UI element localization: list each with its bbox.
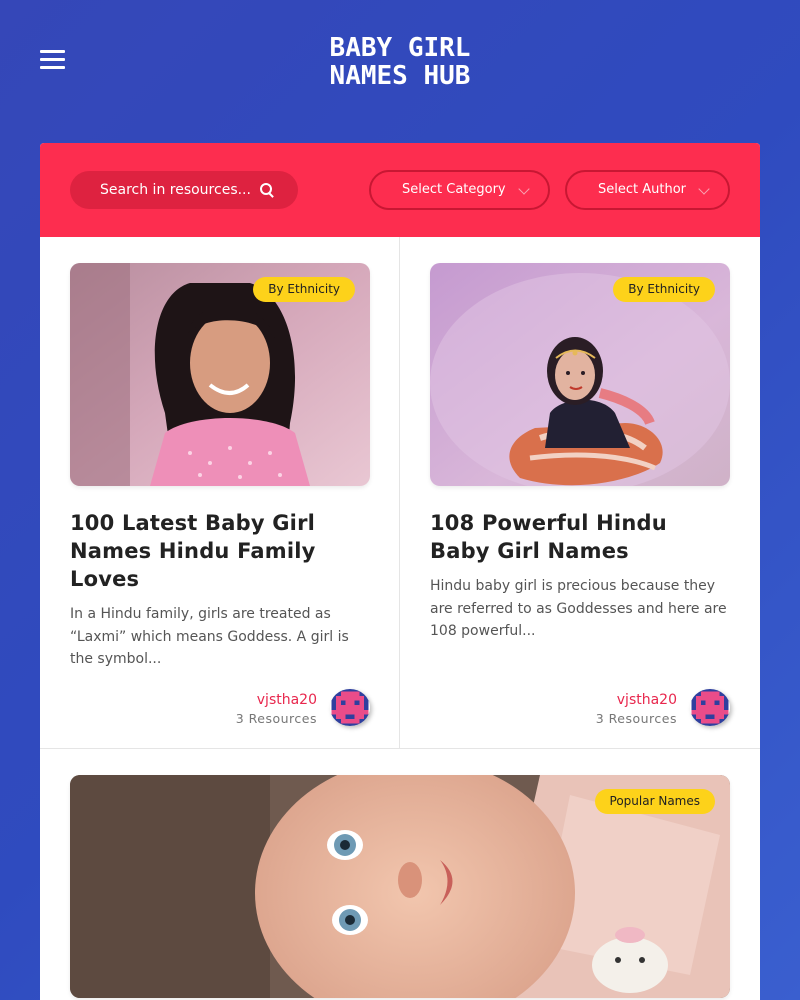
author-select-label: Select Author [598, 182, 687, 197]
resource-card: By Ethnicity 108 Powerful Hindu Baby Gir… [430, 263, 730, 726]
filter-bar: Search in resources... Select Category S… [40, 143, 760, 237]
avatar[interactable] [330, 689, 370, 726]
row-divider [40, 748, 760, 749]
card-author: vjstha20 3 Resources [550, 689, 730, 729]
card-title[interactable]: 108 Powerful Hindu Baby Girl Names [430, 509, 730, 565]
category-badge[interactable]: By Ethnicity [613, 277, 715, 302]
resource-card: By Ethnicity 100 Latest Baby Girl Names … [70, 263, 370, 726]
menu-icon-bar [40, 66, 65, 69]
author-name-link[interactable]: vjstha20 [257, 692, 317, 708]
menu-icon-bar [40, 58, 65, 61]
card-title[interactable]: 100 Latest Baby Girl Names Hindu Family … [70, 509, 370, 593]
card-author: vjstha20 3 Resources [190, 689, 370, 729]
chevron-down-icon [698, 183, 710, 195]
card-excerpt: Hindu baby girl is precious because they… [430, 578, 727, 639]
logo-line-2: NAMES HUB [329, 61, 471, 91]
author-resource-count: 3 Resources [235, 711, 317, 726]
menu-icon[interactable] [38, 48, 68, 74]
pixel-avatar-icon [331, 689, 369, 726]
category-select[interactable]: Select Category [369, 170, 550, 210]
search-input[interactable]: Search in resources... [70, 171, 298, 209]
author-name-link[interactable]: vjstha20 [617, 692, 677, 708]
logo-line-1: BABY GIRL [329, 33, 471, 63]
category-badge[interactable]: Popular Names [594, 789, 715, 814]
resources-panel: Search in resources... Select Category S… [40, 143, 760, 1000]
author-select[interactable]: Select Author [565, 170, 730, 210]
search-icon[interactable] [260, 183, 274, 197]
avatar[interactable] [690, 689, 730, 726]
resource-card: Popular Names [70, 775, 730, 998]
category-select-label: Select Category [402, 182, 506, 197]
author-resource-count: 3 Resources [595, 711, 677, 726]
card-image[interactable]: By Ethnicity [430, 263, 730, 486]
card-image[interactable]: By Ethnicity [70, 263, 370, 486]
site-logo[interactable]: BABY GIRL NAMES HUB [260, 34, 540, 90]
card-excerpt: In a Hindu family, girls are treated as … [70, 606, 349, 667]
menu-icon-bar [40, 50, 65, 53]
chevron-down-icon [518, 183, 530, 195]
card-image[interactable]: Popular Names [70, 775, 730, 998]
column-divider [399, 237, 400, 749]
search-placeholder: Search in resources... [100, 182, 251, 198]
category-badge[interactable]: By Ethnicity [253, 277, 355, 302]
site-header: BABY GIRL NAMES HUB [0, 0, 800, 120]
pixel-avatar-icon [691, 689, 729, 726]
